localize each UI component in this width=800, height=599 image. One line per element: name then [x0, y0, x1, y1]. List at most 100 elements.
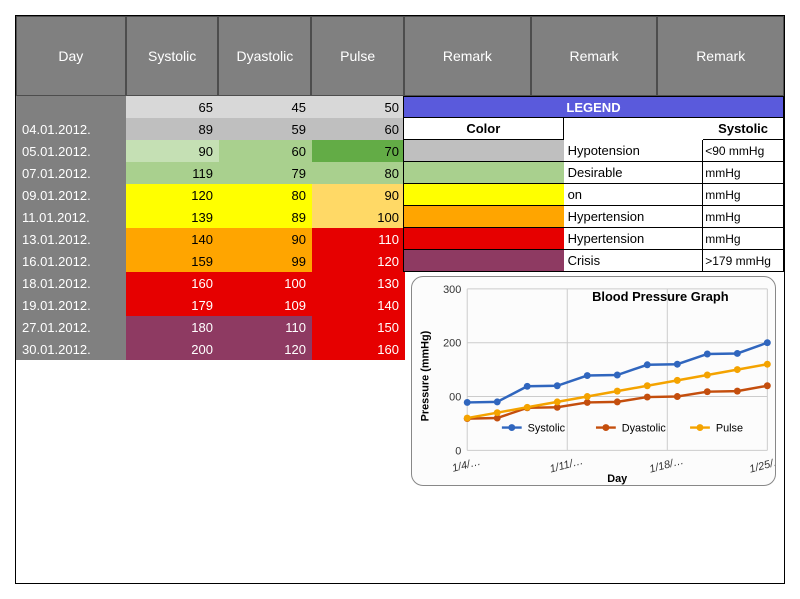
cell-day: 19.01.2012.: [16, 294, 126, 316]
cell-sys: 89: [126, 118, 219, 140]
legend-row: Hypotension<90 mmHg: [403, 140, 784, 162]
cell-day: [16, 96, 126, 118]
cell-sys: 179: [126, 294, 219, 316]
col-header-remark-2: Remark: [531, 16, 658, 96]
cell-sys: 200: [126, 338, 219, 360]
cell-pul: 100: [312, 206, 405, 228]
col-header-day: Day: [16, 16, 126, 96]
legend-name: Hypertension: [564, 228, 704, 250]
svg-text:Dyastolic: Dyastolic: [622, 423, 667, 435]
legend-name: Desirable: [564, 162, 704, 184]
cell-day: 18.01.2012.: [16, 272, 126, 294]
header-row: Day Systolic Dyastolic Pulse Remark Rema…: [16, 16, 784, 96]
cell-pul: 120: [312, 250, 405, 272]
legend-color-swatch: [404, 162, 564, 184]
cell-dya: 100: [219, 272, 312, 294]
legend-name: on: [564, 184, 704, 206]
svg-text:0: 0: [455, 445, 461, 457]
cell-sys: 65: [126, 96, 219, 118]
legend-row: onmmHg: [403, 184, 784, 206]
cell-dya: 79: [219, 162, 312, 184]
svg-text:00: 00: [449, 391, 461, 403]
col-header-remark-1: Remark: [404, 16, 531, 96]
cell-day: 30.01.2012.: [16, 338, 126, 360]
legend-name: Hypertension: [564, 206, 704, 228]
chart-box: 0002003001/4/…1/11/…1/18/…1/25/…Blood Pr…: [411, 276, 776, 486]
legend-color-swatch: [404, 206, 564, 228]
cell-pul: 140: [312, 294, 405, 316]
cell-dya: 45: [219, 96, 312, 118]
svg-text:200: 200: [443, 338, 461, 350]
cell-sys: 90: [126, 140, 219, 162]
svg-text:Pressure (mmHg): Pressure (mmHg): [420, 330, 432, 421]
spreadsheet-frame: Day Systolic Dyastolic Pulse Remark Rema…: [15, 15, 785, 584]
legend-range: >179 mmHg: [703, 250, 783, 272]
legend-row: HypertensionmmHg: [403, 206, 784, 228]
cell-day: 11.01.2012.: [16, 206, 126, 228]
legend-range: mmHg: [703, 184, 783, 206]
legend-head-systolic: Systolic: [703, 118, 783, 140]
legend-name: Crisis: [564, 250, 704, 272]
cell-sys: 160: [126, 272, 219, 294]
cell-pul: 150: [312, 316, 405, 338]
cell-sys: 140: [126, 228, 219, 250]
col-header-dyastolic: Dyastolic: [218, 16, 311, 96]
cell-day: 16.01.2012.: [16, 250, 126, 272]
col-header-systolic: Systolic: [126, 16, 219, 96]
cell-sys: 180: [126, 316, 219, 338]
cell-dya: 59: [219, 118, 312, 140]
legend-panel: LEGEND Color . Systolic Hypotension<90 m…: [403, 96, 784, 272]
legend-head-color: Color: [404, 118, 564, 140]
cell-dya: 110: [219, 316, 312, 338]
cell-sys: 139: [126, 206, 219, 228]
cell-day: 05.01.2012.: [16, 140, 126, 162]
svg-text:Blood Pressure Graph: Blood Pressure Graph: [592, 289, 729, 304]
legend-row: HypertensionmmHg: [403, 228, 784, 250]
svg-text:Pulse: Pulse: [716, 423, 743, 435]
legend-title: LEGEND: [403, 96, 784, 118]
svg-text:1/4/…: 1/4/…: [451, 456, 482, 475]
cell-pul: 130: [312, 272, 405, 294]
svg-text:300: 300: [443, 284, 461, 296]
cell-day: 27.01.2012.: [16, 316, 126, 338]
legend-range: mmHg: [703, 162, 783, 184]
cell-pul: 80: [312, 162, 405, 184]
legend-row: DesirablemmHg: [403, 162, 784, 184]
cell-sys: 159: [126, 250, 219, 272]
cell-day: 04.01.2012.: [16, 118, 126, 140]
cell-dya: 89: [219, 206, 312, 228]
cell-dya: 80: [219, 184, 312, 206]
svg-text:Systolic: Systolic: [528, 423, 566, 435]
legend-range: <90 mmHg: [703, 140, 783, 162]
cell-pul: 60: [312, 118, 405, 140]
svg-text:1/25/…: 1/25/…: [748, 455, 775, 476]
cell-sys: 120: [126, 184, 219, 206]
cell-dya: 120: [219, 338, 312, 360]
cell-pul: 110: [312, 228, 405, 250]
cell-day: 13.01.2012.: [16, 228, 126, 250]
svg-text:1/18/…: 1/18/…: [648, 455, 685, 476]
legend-name: Hypotension: [564, 140, 704, 162]
legend-color-swatch: [404, 184, 564, 206]
cell-pul: 70: [312, 140, 405, 162]
legend-color-swatch: [404, 140, 564, 162]
legend-row: Crisis>179 mmHg: [403, 250, 784, 272]
legend-color-swatch: [404, 250, 564, 272]
cell-dya: 90: [219, 228, 312, 250]
legend-range: mmHg: [703, 206, 783, 228]
cell-dya: 99: [219, 250, 312, 272]
svg-text:Day: Day: [607, 473, 627, 485]
col-header-pulse: Pulse: [311, 16, 404, 96]
cell-dya: 109: [219, 294, 312, 316]
svg-text:1/11/…: 1/11/…: [548, 455, 584, 475]
cell-day: 09.01.2012.: [16, 184, 126, 206]
cell-day: 07.01.2012.: [16, 162, 126, 184]
col-header-remark-3: Remark: [657, 16, 784, 96]
cell-dya: 60: [219, 140, 312, 162]
cell-pul: 90: [312, 184, 405, 206]
cell-pul: 50: [312, 96, 405, 118]
legend-color-swatch: [404, 228, 564, 250]
cell-pul: 160: [312, 338, 405, 360]
legend-range: mmHg: [703, 228, 783, 250]
cell-sys: 119: [126, 162, 219, 184]
